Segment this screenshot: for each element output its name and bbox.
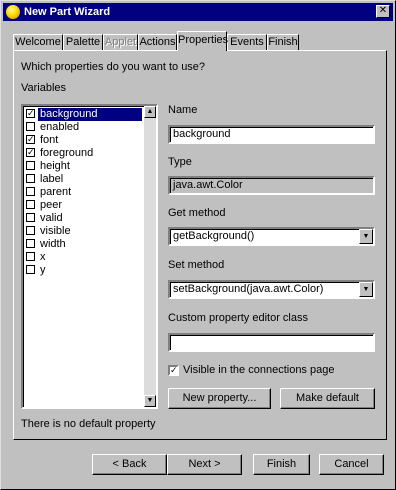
visible-connections-checkbox[interactable]: ✓ bbox=[168, 365, 179, 376]
list-item-label: peer bbox=[40, 199, 63, 211]
list-item-label: visible bbox=[40, 225, 71, 237]
list-item-height[interactable]: height bbox=[25, 160, 143, 173]
tab-actions[interactable]: Actions bbox=[138, 34, 177, 50]
checkbox-checked[interactable]: ✓ bbox=[26, 109, 35, 118]
list-item-label: width bbox=[40, 238, 66, 250]
cancel-button[interactable]: Cancel bbox=[319, 454, 384, 475]
app-icon bbox=[6, 5, 20, 19]
default-status-text: There is no default property bbox=[21, 418, 156, 430]
list-item-label[interactable]: label bbox=[25, 173, 143, 186]
get-method-label: Get method bbox=[168, 207, 226, 219]
variables-list[interactable]: ✓ background enabled ✓ font ✓ foreground… bbox=[21, 104, 158, 409]
checkbox-unchecked[interactable] bbox=[26, 174, 35, 183]
scroll-down-button[interactable]: ▼ bbox=[144, 395, 156, 407]
type-field: java.awt.Color bbox=[168, 176, 375, 195]
tab-welcome[interactable]: Welcome bbox=[13, 34, 63, 50]
type-label: Type bbox=[168, 156, 192, 168]
list-item-peer[interactable]: peer bbox=[25, 199, 143, 212]
tab-events[interactable]: Events bbox=[227, 34, 267, 50]
checkbox-checked[interactable]: ✓ bbox=[26, 148, 35, 157]
name-label: Name bbox=[168, 104, 198, 116]
tab-palette[interactable]: Palette bbox=[63, 34, 103, 50]
list-item-label: label bbox=[40, 173, 64, 185]
list-scrollbar[interactable]: ▲ ▼ bbox=[144, 106, 156, 407]
tab-applet: Applet bbox=[103, 34, 138, 50]
list-item-width[interactable]: width bbox=[25, 238, 143, 251]
new-property-button[interactable]: New property... bbox=[168, 388, 271, 409]
list-item-x[interactable]: x bbox=[25, 251, 143, 264]
list-item-visible[interactable]: visible bbox=[25, 225, 143, 238]
tab-finish[interactable]: Finish bbox=[267, 34, 299, 50]
list-item-valid[interactable]: valid bbox=[25, 212, 143, 225]
checkbox-unchecked[interactable] bbox=[26, 187, 35, 196]
list-item-label: background bbox=[38, 108, 142, 121]
name-field[interactable]: background bbox=[168, 125, 375, 144]
wizard-window: New Part Wizard ✕ Welcome Palette Applet… bbox=[0, 0, 396, 490]
set-method-value: setBackground(java.awt.Color) bbox=[173, 283, 324, 295]
back-button[interactable]: < Back bbox=[92, 454, 167, 475]
editor-class-field[interactable] bbox=[168, 333, 375, 352]
checkbox-unchecked[interactable] bbox=[26, 252, 35, 261]
editor-class-label: Custom property editor class bbox=[168, 312, 308, 324]
list-item-label: font bbox=[40, 134, 59, 146]
set-method-dropdown[interactable]: setBackground(java.awt.Color) ▼ bbox=[168, 280, 375, 299]
checkbox-unchecked[interactable] bbox=[26, 161, 35, 170]
list-item-parent[interactable]: parent bbox=[25, 186, 143, 199]
checkbox-checked[interactable]: ✓ bbox=[26, 135, 35, 144]
get-method-dropdown[interactable]: getBackground() ▼ bbox=[168, 227, 375, 246]
window-title: New Part Wizard bbox=[24, 6, 111, 18]
list-item-label: foreground bbox=[40, 147, 94, 159]
list-item-y[interactable]: y bbox=[25, 264, 143, 277]
checkbox-unchecked[interactable] bbox=[26, 200, 35, 209]
list-item-label: enabled bbox=[40, 121, 80, 133]
checkbox-unchecked[interactable] bbox=[26, 265, 35, 274]
close-button[interactable]: ✕ bbox=[376, 5, 390, 18]
list-item-label: valid bbox=[40, 212, 63, 224]
checkbox-unchecked[interactable] bbox=[26, 122, 35, 131]
checkbox-unchecked[interactable] bbox=[26, 226, 35, 235]
scroll-up-button[interactable]: ▲ bbox=[144, 106, 156, 118]
chevron-down-icon[interactable]: ▼ bbox=[359, 229, 373, 244]
list-item-foreground[interactable]: ✓ foreground bbox=[25, 147, 143, 160]
visible-connections-label: Visible in the connections page bbox=[183, 364, 335, 376]
tab-properties[interactable]: Properties bbox=[177, 31, 228, 51]
make-default-button[interactable]: Make default bbox=[280, 388, 375, 409]
list-item-label: y bbox=[40, 264, 46, 276]
list-item-enabled[interactable]: enabled bbox=[25, 121, 143, 134]
next-button[interactable]: Next > bbox=[167, 454, 242, 475]
get-method-value: getBackground() bbox=[173, 230, 255, 242]
list-item-label: x bbox=[40, 251, 46, 263]
list-item-background[interactable]: ✓ background bbox=[25, 108, 143, 121]
list-item-label: height bbox=[40, 160, 70, 172]
list-item-label: parent bbox=[40, 186, 72, 198]
question-label: Which properties do you want to use? bbox=[21, 61, 206, 73]
variables-label: Variables bbox=[21, 82, 67, 94]
list-item-font[interactable]: ✓ font bbox=[25, 134, 143, 147]
title-bar[interactable]: New Part Wizard ✕ bbox=[3, 3, 393, 21]
finish-button[interactable]: Finish bbox=[253, 454, 310, 475]
chevron-down-icon[interactable]: ▼ bbox=[359, 282, 373, 297]
checkbox-unchecked[interactable] bbox=[26, 213, 35, 222]
set-method-label: Set method bbox=[168, 259, 225, 271]
checkbox-unchecked[interactable] bbox=[26, 239, 35, 248]
